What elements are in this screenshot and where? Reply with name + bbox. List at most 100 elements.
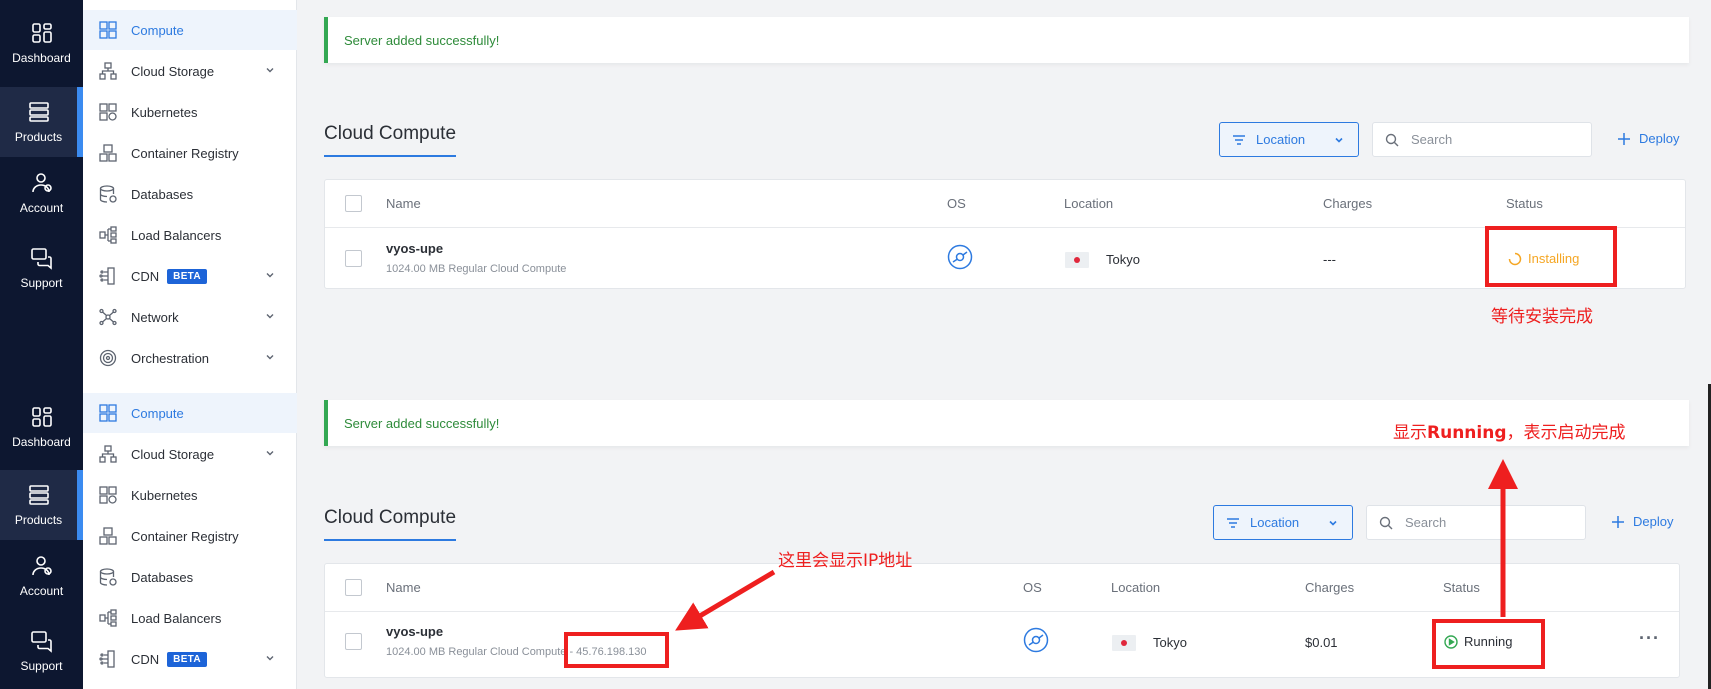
header-charges: Charges [1305, 580, 1355, 595]
japan-flag-icon [1112, 635, 1136, 651]
rail-account[interactable]: Account [0, 158, 83, 228]
dashboard-icon [31, 407, 52, 427]
menu-item-cdn[interactable]: CDN BETA [83, 256, 297, 296]
rail-label: Products [14, 130, 63, 144]
success-alert: Server added successfully! [324, 17, 1689, 63]
orchestration-icon [99, 349, 117, 367]
menu-item-container-registry[interactable]: Container Registry [83, 516, 297, 556]
menu-item-cloud-storage[interactable]: Cloud Storage [83, 51, 297, 91]
menu-label: Container Registry [131, 528, 239, 544]
container-registry-icon [99, 144, 117, 162]
location-filter-button[interactable]: Location [1213, 505, 1353, 540]
products-icon [28, 102, 49, 122]
search-placeholder: Search [1405, 515, 1447, 530]
menu-label: Load Balancers [131, 227, 222, 243]
deploy-label: Deploy [1639, 131, 1680, 146]
menu-item-compute[interactable]: Compute [83, 10, 297, 50]
menu-label: Compute [131, 405, 184, 421]
chevron-down-icon [1329, 520, 1337, 526]
cloud-storage-icon [99, 445, 117, 463]
menu-item-kubernetes[interactable]: Kubernetes [83, 92, 297, 132]
menu-item-cloud-storage[interactable]: Cloud Storage [83, 434, 297, 474]
menu-item-container-registry[interactable]: Container Registry [83, 133, 297, 173]
menu-label: Container Registry [131, 145, 239, 161]
products-menu: Compute Cloud Storage Kubernetes Contain… [83, 0, 297, 384]
deploy-button[interactable]: Deploy [1617, 131, 1679, 146]
deploy-label: Deploy [1633, 514, 1674, 529]
row-checkbox[interactable] [345, 250, 362, 267]
menu-label: Load Balancers [131, 610, 222, 626]
rail-dashboard[interactable]: Dashboard [0, 392, 83, 462]
rail-label: Support [20, 659, 63, 673]
menu-item-compute[interactable]: Compute [83, 393, 297, 433]
annotation-box-ip [564, 632, 669, 668]
annotation-box-status [1485, 226, 1617, 287]
annotation-ip-address: 这里会显示IP地址 [778, 551, 913, 571]
page-title: Cloud Compute [324, 507, 457, 541]
panel-installing: Dashboard Products Account Support Compu… [0, 0, 1711, 384]
cloud-storage-icon [99, 62, 117, 80]
rail-label: Dashboard [12, 51, 71, 65]
cdn-icon [99, 650, 115, 668]
header-name: Name [386, 580, 421, 595]
header-os: OS [947, 196, 966, 211]
databases-icon [99, 185, 117, 203]
header-status: Status [1443, 580, 1480, 595]
menu-label: Kubernetes [131, 104, 198, 120]
rail-dashboard[interactable]: Dashboard [0, 8, 83, 78]
rail-products[interactable]: Products [0, 470, 83, 540]
account-icon [31, 556, 52, 576]
menu-item-databases[interactable]: Databases [83, 557, 297, 597]
rail-label: Account [19, 584, 64, 598]
annotation-running-post: ，表示启动完成 [1506, 423, 1626, 443]
os-disc-icon [947, 244, 973, 270]
search-input[interactable]: Search [1372, 122, 1592, 157]
menu-label: Kubernetes [131, 487, 198, 503]
cdn-icon [99, 267, 115, 285]
annotation-wait-install: 等待安装完成 [1491, 307, 1593, 327]
search-icon [1379, 516, 1393, 529]
server-charges: --- [1323, 252, 1336, 267]
select-all-checkbox[interactable] [345, 195, 362, 212]
row-checkbox[interactable] [345, 633, 362, 650]
rail-label: Account [19, 201, 64, 215]
location-filter-button[interactable]: Location [1219, 122, 1359, 157]
menu-item-orchestration[interactable]: Orchestration [83, 338, 297, 378]
filter-icon [1227, 517, 1239, 528]
menu-label: Databases [131, 569, 194, 585]
more-actions-icon[interactable]: ··· [1639, 628, 1660, 649]
support-icon [30, 248, 52, 270]
annotation-box-running [1432, 619, 1545, 669]
compute-icon [99, 404, 117, 422]
support-icon [30, 631, 52, 653]
menu-item-cdn[interactable]: CDN BETA [83, 639, 297, 679]
menu-item-kubernetes[interactable]: Kubernetes [83, 475, 297, 515]
server-name-link[interactable]: vyos-upe [386, 241, 443, 256]
server-name-link[interactable]: vyos-upe [386, 624, 443, 639]
menu-item-databases[interactable]: Databases [83, 174, 297, 214]
load-balancers-icon [99, 226, 117, 244]
plus-icon [1612, 515, 1624, 528]
server-location: Tokyo [1153, 635, 1187, 650]
rail-label: Dashboard [12, 435, 71, 449]
deploy-button[interactable]: Deploy [1611, 514, 1673, 529]
header-name: Name [386, 196, 421, 211]
filter-icon [1233, 134, 1245, 145]
rail-support[interactable]: Support [0, 616, 83, 686]
japan-flag-icon [1065, 252, 1089, 268]
rail-account[interactable]: Account [0, 541, 83, 611]
menu-item-load-balancers[interactable]: Load Balancers [83, 598, 297, 638]
location-filter-label: Location [1250, 515, 1300, 530]
menu-item-load-balancers[interactable]: Load Balancers [83, 215, 297, 255]
search-input[interactable]: Search [1366, 505, 1586, 540]
rail-support[interactable]: Support [0, 233, 83, 303]
server-location: Tokyo [1106, 252, 1140, 267]
server-charges: $0.01 [1305, 635, 1338, 650]
header-os: OS [1023, 580, 1042, 595]
menu-label: CDN [131, 268, 160, 284]
select-all-checkbox[interactable] [345, 579, 362, 596]
menu-item-network[interactable]: Network [83, 297, 297, 337]
rail-products[interactable]: Products [0, 87, 83, 157]
account-icon [31, 173, 52, 193]
location-filter-label: Location [1256, 132, 1306, 147]
